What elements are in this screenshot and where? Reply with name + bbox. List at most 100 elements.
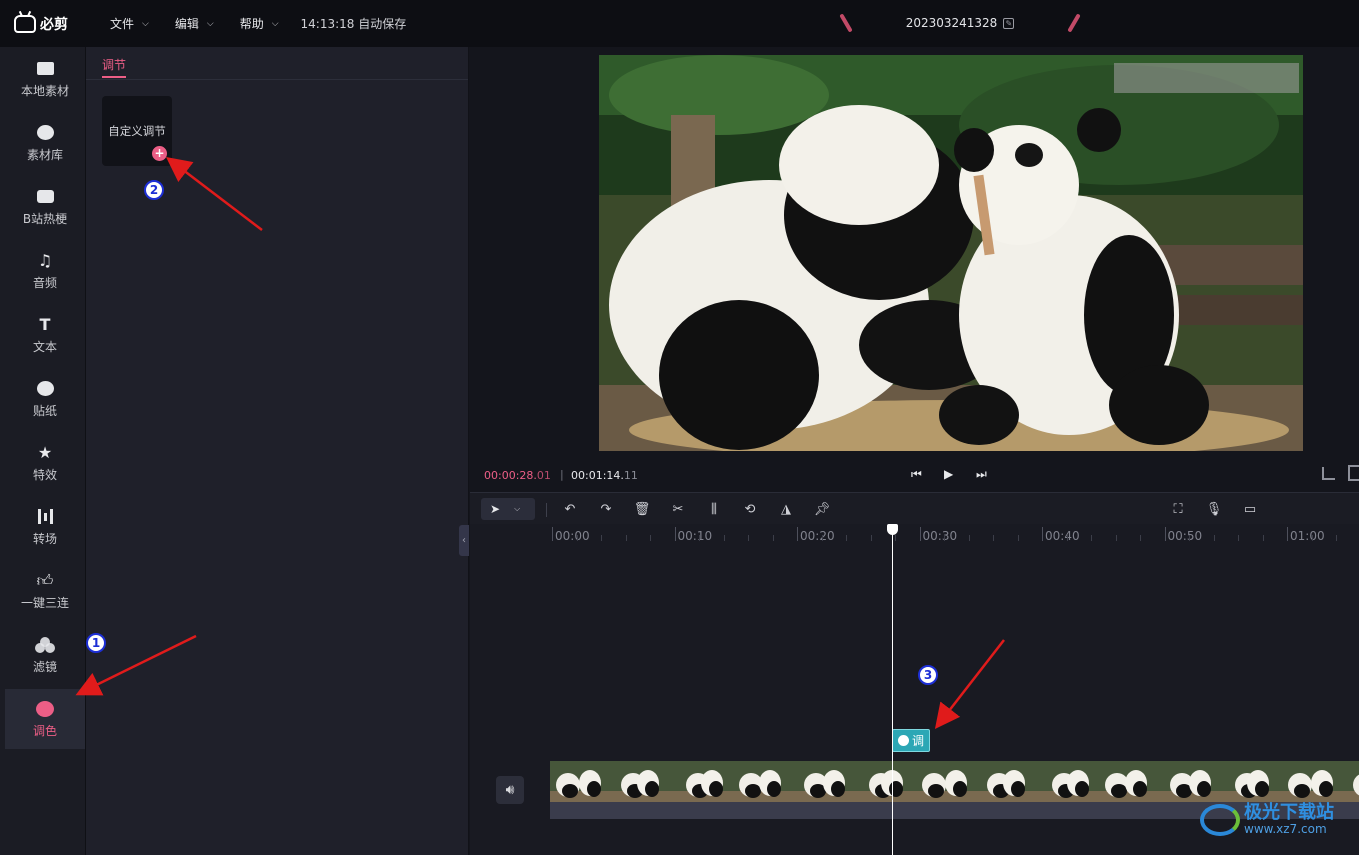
ruler-minor-tick: [1238, 535, 1239, 541]
crop-icon[interactable]: [1322, 467, 1335, 480]
cursor-arrow-icon: ➤: [490, 502, 501, 516]
sidebar-item-local-media[interactable]: 本地素材: [5, 49, 85, 109]
ruler-minor-tick: [601, 535, 602, 541]
fullscreen-icon[interactable]: [1348, 465, 1359, 481]
ruler-minor-tick: [576, 535, 578, 541]
autosave-status: 14:13:18 自动保存: [300, 17, 407, 31]
ruler-label: 00:00: [555, 529, 590, 543]
cut-icon[interactable]: ✂: [667, 499, 689, 519]
edit-name-icon[interactable]: ✎: [1003, 17, 1015, 29]
select-tool-dropdown[interactable]: ➤ ⌵: [481, 498, 535, 520]
ruler-minor-tick: [1336, 535, 1337, 541]
sidebar-item-material-library[interactable]: 素材库: [5, 113, 85, 173]
chevron-down-icon: ⌵: [271, 18, 279, 29]
decor-slash-left: [839, 13, 853, 33]
menu-file[interactable]: 文件 ⌵: [110, 15, 149, 32]
ruler-minor-tick: [846, 535, 847, 541]
screen-capture-icon[interactable]: ⛶: [1167, 499, 1189, 519]
menu-help[interactable]: 帮助 ⌵: [240, 15, 279, 32]
ruler-minor-tick: [699, 535, 700, 541]
mirror-icon[interactable]: ◮: [775, 499, 797, 519]
clip-thumbnails: [550, 761, 1359, 802]
sidebar-item-filter[interactable]: 滤镜: [5, 625, 85, 685]
sidebar-item-effects[interactable]: ★ 特效: [5, 433, 85, 493]
clip-tag-label: 调: [912, 734, 925, 748]
camera-record-icon[interactable]: ▭: [1239, 499, 1261, 519]
player-controls: 00:00:28.01 | 00:01:14.11 ⏮ ▶ ⏭: [470, 458, 1359, 492]
project-name: 202303241328: [905, 16, 998, 30]
music-note-icon: ♫: [37, 251, 53, 270]
sidebar-item-color-grading[interactable]: 调色: [5, 689, 85, 749]
ruler-minor-tick: [748, 535, 749, 541]
sidebar-item-sticker[interactable]: 贴纸: [5, 369, 85, 429]
watermark: 极光下载站 www.xz7.com: [1200, 804, 1334, 836]
palette-icon: [898, 735, 909, 746]
ruler-label: 00:40: [1045, 529, 1080, 543]
color-adjust-clip[interactable]: 调: [892, 729, 930, 752]
menu-help-label: 帮助: [239, 17, 264, 31]
ruler-major-tick: [674, 527, 676, 541]
app-logo-text: 必剪: [40, 16, 68, 33]
pin-icon[interactable]: 📌︎: [811, 499, 833, 519]
clip-thumbnail: [794, 761, 855, 802]
panda-video-frame: [599, 55, 1303, 451]
menu-edit[interactable]: 编辑 ⌵: [175, 15, 214, 32]
redo-icon[interactable]: ↷: [595, 499, 617, 519]
add-adjust-button[interactable]: +: [152, 146, 167, 161]
play-icon[interactable]: ▶: [944, 467, 953, 481]
chevron-down-icon: ⌵: [514, 504, 521, 513]
ruler-label: 00:30: [922, 529, 958, 543]
microphone-icon[interactable]: 🎙︎: [1203, 499, 1225, 519]
ruler-minor-tick: [1140, 535, 1141, 541]
sidebar-item-label: 转场: [32, 531, 57, 546]
clip-thumbnail: [672, 761, 733, 802]
reverse-icon[interactable]: ⟲: [739, 499, 761, 519]
playhead-handle[interactable]: [887, 524, 898, 535]
clip-thumbnail: [1221, 761, 1282, 802]
clip-thumbnail: [1038, 761, 1099, 802]
clip-thumbnail: [1343, 761, 1359, 802]
watermark-url: www.xz7.com: [1244, 822, 1327, 836]
collapse-panel-handle[interactable]: ‹: [459, 525, 469, 556]
clip-thumbnail: [855, 761, 916, 802]
skip-to-start-icon[interactable]: ⏮: [911, 467, 922, 482]
toolbar-divider: [546, 503, 547, 517]
sidebar-item-label: 滤镜: [32, 659, 57, 674]
sidebar-item-label: 调色: [32, 723, 57, 738]
chevron-down-icon: ⌵: [142, 18, 149, 29]
custom-adjust-card[interactable]: 自定义调节 +: [102, 96, 172, 166]
time-ruler[interactable]: 00:00 00:10 00:20 00:30 00:40 00:50 01:00: [470, 524, 1359, 546]
ruler-minor-tick: [1066, 535, 1068, 541]
tab-adjust[interactable]: 调节: [102, 56, 126, 73]
custom-adjust-label: 自定义调节: [108, 124, 166, 138]
ruler-minor-tick: [1115, 535, 1117, 541]
app-logo-icon: [14, 14, 36, 33]
ruler-major-tick: [552, 527, 553, 541]
ruler-minor-tick: [821, 535, 823, 541]
upload-folder-icon: [35, 60, 55, 78]
annotation-badge-2: 2: [144, 180, 164, 200]
sparkle-star-icon: ★: [37, 443, 53, 462]
sticker-icon: [35, 380, 55, 398]
menu-edit-label: 编辑: [174, 17, 199, 31]
sidebar-item-label: 贴纸: [32, 403, 57, 418]
sidebar-item-label: 文本: [32, 339, 57, 354]
clip-thumbnail: [977, 761, 1038, 802]
clip-thumbnail: [611, 761, 672, 802]
undo-icon[interactable]: ↶: [559, 499, 581, 519]
track-volume-icon[interactable]: 🔊︎: [496, 776, 524, 804]
sidebar-item-triple-like[interactable]: 👍︎ 一键三连: [5, 561, 85, 621]
split-icon[interactable]: ⫼: [703, 499, 725, 519]
delete-icon[interactable]: 🗑︎: [631, 499, 653, 519]
sidebar-item-label: 本地素材: [20, 83, 69, 98]
sidebar-item-bilibili-memes[interactable]: B站热梗: [5, 177, 85, 237]
clip-thumbnail: [1282, 761, 1343, 802]
sidebar-item-transition[interactable]: 转场: [5, 497, 85, 557]
clip-thumbnail: [916, 761, 977, 802]
sidebar-item-audio[interactable]: ♫ 音频: [5, 241, 85, 301]
sidebar-item-text[interactable]: T 文本: [5, 305, 85, 365]
watermark-name: 极光下载站: [1244, 802, 1334, 823]
clip-thumbnail: [1160, 761, 1221, 802]
playhead-line[interactable]: [892, 524, 893, 855]
skip-to-end-icon[interactable]: ⏭: [976, 467, 987, 482]
